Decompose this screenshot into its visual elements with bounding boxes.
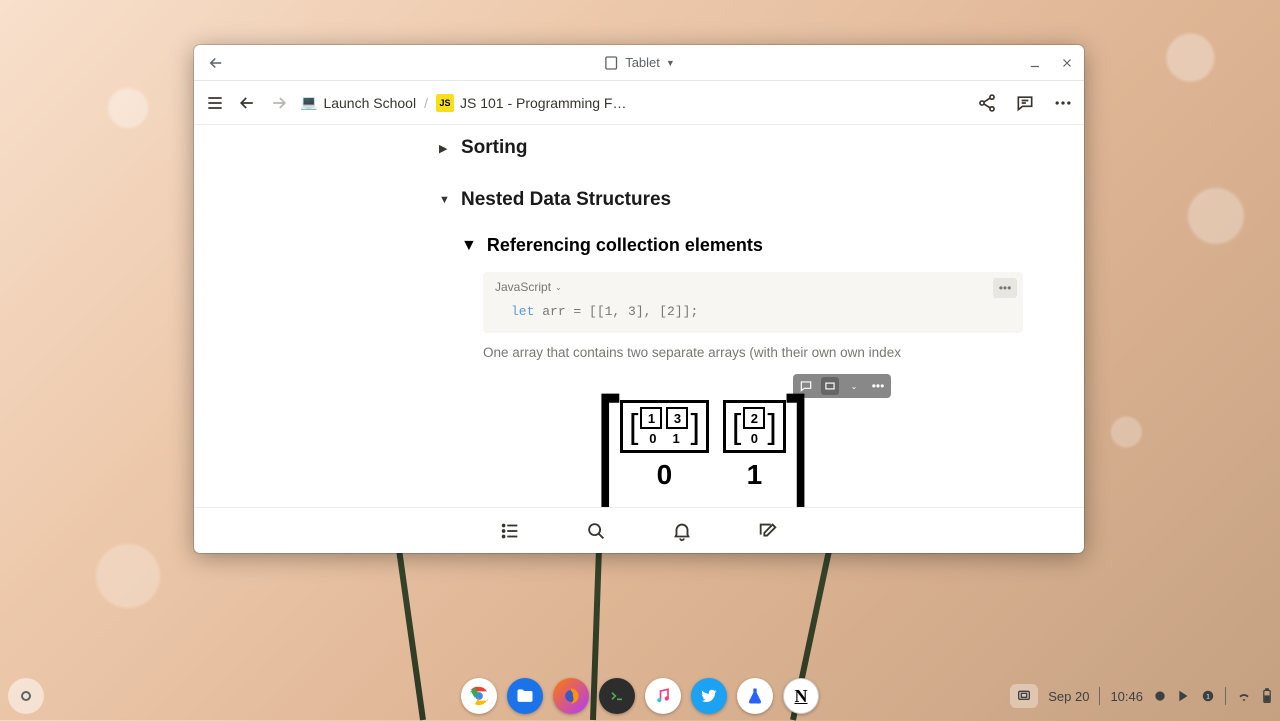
app-music[interactable] — [645, 678, 681, 714]
toggle-expanded-icon[interactable]: ▼ — [461, 237, 477, 255]
app-terminal[interactable] — [599, 678, 635, 714]
breadcrumb-page-label: JS 101 - Programming F… — [460, 95, 627, 111]
tray-date: Sep 20 — [1048, 689, 1089, 704]
nav-forward-button[interactable] — [268, 92, 290, 114]
diagram-outer-index: 1 — [723, 459, 786, 491]
diagram-value: 1 — [640, 407, 662, 429]
code-content: let arr = [[1, 3], [2]]; — [495, 304, 1011, 319]
bracket-left-icon: [ — [595, 378, 620, 507]
app-notion[interactable]: N — [783, 678, 819, 714]
block-align-button[interactable] — [821, 377, 839, 395]
code-block[interactable]: JavaScript ⌄ ••• let arr = [[1, 3], [2]]… — [483, 272, 1023, 333]
app-twitter[interactable] — [691, 678, 727, 714]
diagram-index: 1 — [672, 431, 679, 446]
page-content[interactable]: ▶ Sorting ▼ Nested Data Structures ▼ Ref… — [194, 125, 1084, 507]
toggle-collapsed-icon[interactable]: ▶ — [439, 142, 451, 155]
js-icon: JS — [436, 94, 454, 112]
code-caption: One array that contains two separate arr… — [483, 345, 989, 360]
diagram-outer-index: 0 — [620, 459, 709, 491]
launcher-button[interactable] — [8, 678, 44, 714]
window-close-button[interactable] — [1058, 54, 1076, 72]
chevron-down-icon: ⌄ — [555, 283, 562, 292]
breadcrumb: 💻 Launch School / JS JS 101 - Programmin… — [300, 94, 626, 112]
shelf-pinned-apps: N — [461, 678, 819, 714]
comments-button[interactable] — [1014, 92, 1036, 114]
breadcrumb-separator: / — [424, 95, 428, 111]
app-toolbar: 💻 Launch School / JS JS 101 - Programmin… — [194, 81, 1084, 125]
code-block-menu[interactable]: ••• — [993, 278, 1017, 298]
diagram-index: 0 — [751, 431, 758, 446]
launcher-icon — [21, 691, 31, 701]
heading-nested: Nested Data Structures — [461, 189, 671, 211]
play-store-icon — [1177, 689, 1191, 703]
laptop-icon: 💻 — [300, 94, 317, 111]
diagram-value: 3 — [666, 407, 688, 429]
tablet-icon — [603, 55, 619, 71]
breadcrumb-parent-label: Launch School — [323, 95, 416, 111]
block-more-button[interactable]: ••• — [869, 377, 887, 395]
nav-list-button[interactable] — [499, 520, 521, 542]
nav-compose-button[interactable] — [757, 520, 779, 542]
window-titlebar: Tablet ▼ — [194, 45, 1084, 81]
heading-sorting: Sorting — [461, 137, 528, 159]
chevron-down-icon: ▼ — [666, 58, 675, 68]
heading-referencing: Referencing collection elements — [487, 235, 763, 256]
diagram-block[interactable]: ⌄ ••• [ [ — [595, 378, 855, 491]
toggle-expanded-icon[interactable]: ▼ — [439, 194, 451, 206]
battery-icon — [1262, 688, 1272, 704]
system-tray[interactable]: Sep 20 10:46 1 — [1010, 684, 1272, 708]
more-button[interactable] — [1052, 92, 1074, 114]
block-align-caret-icon[interactable]: ⌄ — [845, 377, 863, 395]
window-minimize-button[interactable] — [1026, 54, 1044, 72]
diagram-index: 0 — [649, 431, 656, 446]
overview-icon — [1016, 688, 1032, 704]
share-button[interactable] — [976, 92, 998, 114]
app-window: Tablet ▼ 💻 Launch School / — [194, 45, 1084, 553]
nav-search-button[interactable] — [585, 520, 607, 542]
app-chrome[interactable] — [461, 678, 497, 714]
bottom-nav — [194, 507, 1084, 553]
device-switcher[interactable]: Tablet ▼ — [603, 55, 675, 71]
breadcrumb-page[interactable]: JS JS 101 - Programming F… — [436, 94, 627, 112]
bracket-right-icon: ] — [786, 378, 811, 507]
app-firefox[interactable] — [553, 678, 589, 714]
menu-button[interactable] — [204, 92, 226, 114]
svg-text:1: 1 — [1206, 693, 1210, 700]
app-flask[interactable] — [737, 678, 773, 714]
nav-back-button[interactable] — [236, 92, 258, 114]
window-back-button[interactable] — [202, 54, 230, 72]
tray-status-icon — [1153, 689, 1167, 703]
os-shelf: N Sep 20 10:46 1 — [0, 672, 1280, 720]
breadcrumb-parent[interactable]: 💻 Launch School — [300, 94, 416, 111]
diagram-value: 2 — [743, 407, 765, 429]
notification-badge-icon: 1 — [1201, 689, 1215, 703]
device-label: Tablet — [625, 55, 660, 70]
code-language-selector[interactable]: JavaScript ⌄ — [495, 280, 1011, 294]
wifi-icon — [1236, 688, 1252, 704]
tray-time: 10:46 — [1110, 689, 1143, 704]
app-files[interactable] — [507, 678, 543, 714]
nav-notifications-button[interactable] — [671, 520, 693, 542]
